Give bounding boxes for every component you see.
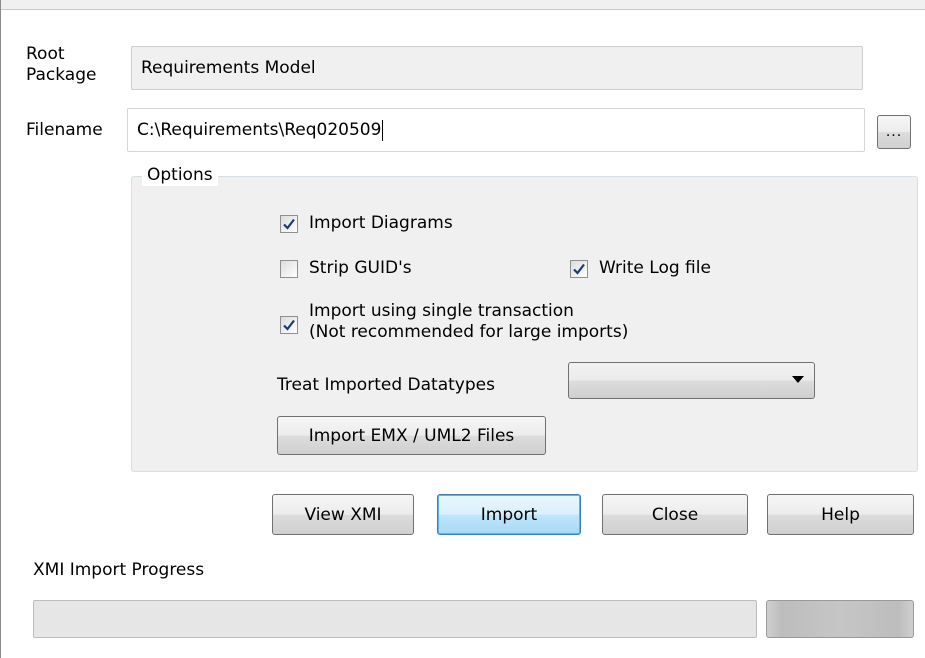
root-package-value: Requirements Model <box>141 58 316 78</box>
close-button[interactable]: Close <box>602 494 748 535</box>
filename-value: C:\Requirements\Req020509 <box>137 120 382 140</box>
checkmark-icon <box>283 218 295 230</box>
strip-guids-label: Strip GUID's <box>309 258 412 278</box>
import-diagrams-label: Import Diagrams <box>309 213 453 233</box>
treat-datatypes-select[interactable] <box>568 362 815 399</box>
strip-guids-checkbox[interactable] <box>280 260 298 278</box>
dropdown-arrow-icon <box>792 376 804 383</box>
import-button[interactable]: Import <box>437 494 581 535</box>
import-emx-uml2-button[interactable]: Import EMX / UML2 Files <box>277 416 546 455</box>
help-button[interactable]: Help <box>767 494 914 535</box>
treat-datatypes-label: Treat Imported Datatypes <box>277 375 495 395</box>
filename-input[interactable]: C:\Requirements\Req020509 <box>127 108 865 152</box>
window-left-edge <box>0 0 1 658</box>
single-transaction-checkbox[interactable] <box>280 316 298 334</box>
view-xmi-button[interactable]: View XMI <box>272 494 414 535</box>
checkmark-icon <box>573 263 585 275</box>
text-caret <box>382 119 384 141</box>
root-package-field: Requirements Model <box>131 46 863 90</box>
root-package-label: Root Package <box>26 44 97 85</box>
import-progress-bar <box>33 600 757 638</box>
browse-button[interactable]: ... <box>877 115 911 149</box>
filename-label: Filename <box>26 120 103 140</box>
progress-label: XMI Import Progress <box>33 560 205 580</box>
import-diagrams-checkbox[interactable] <box>280 215 298 233</box>
progress-cancel-button[interactable] <box>766 600 914 638</box>
single-transaction-label: Import using single transaction (Not rec… <box>309 301 629 342</box>
write-log-file-label: Write Log file <box>599 258 711 278</box>
checkmark-icon <box>283 319 295 331</box>
window-top-edge <box>0 0 925 10</box>
write-log-file-checkbox[interactable] <box>570 260 588 278</box>
options-group-title: Options <box>142 165 218 186</box>
